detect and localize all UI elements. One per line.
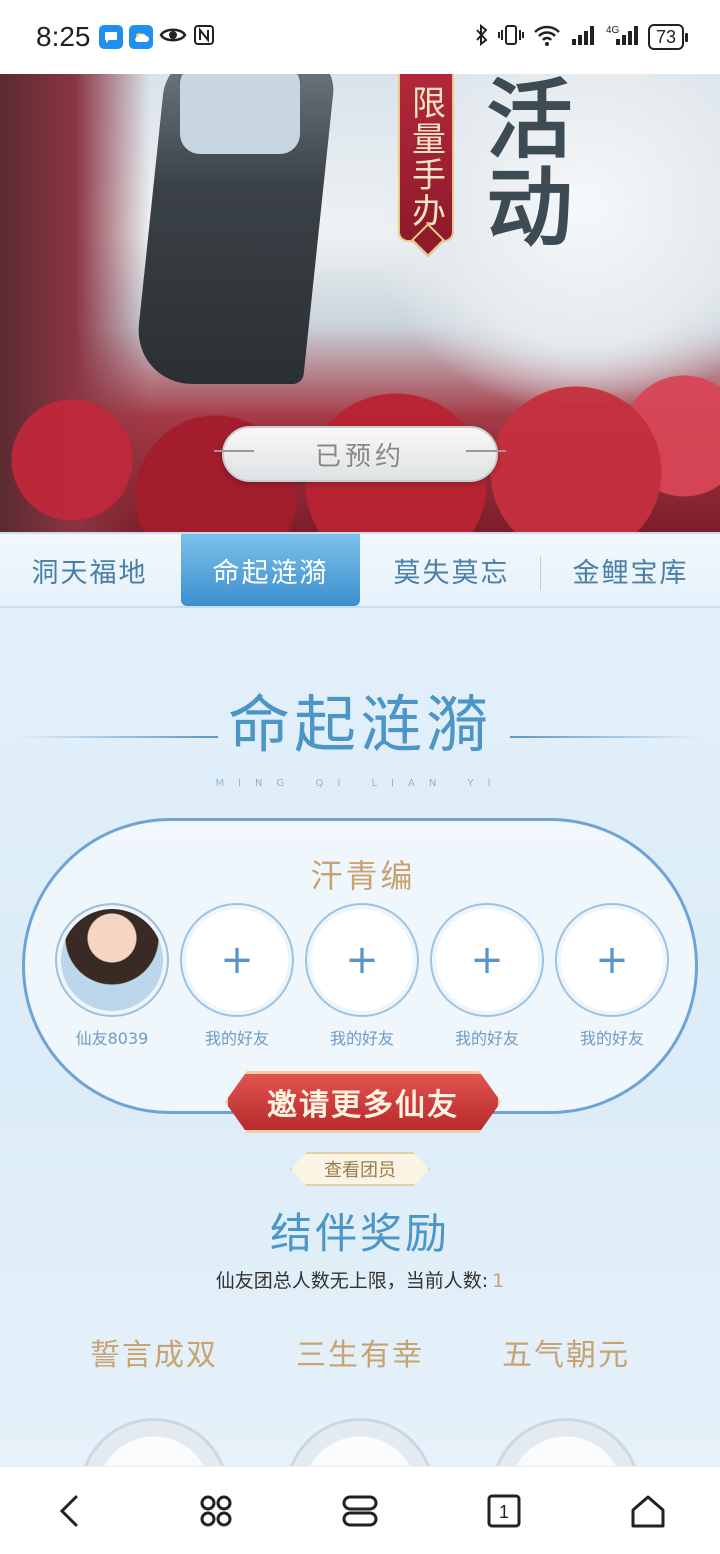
tab-count-icon: 1 [487, 1494, 521, 1527]
nfc-icon [193, 24, 215, 50]
status-right-icons: 4G 73 [474, 23, 689, 52]
apps-button[interactable] [176, 1471, 256, 1551]
vibrate-icon [497, 23, 524, 52]
tabs-switch-icon [342, 1495, 378, 1526]
slot-label: 我的好友 [454, 1029, 519, 1048]
tab-count: 1 [499, 1502, 509, 1522]
slot-label: 仙友8039 [75, 1029, 149, 1048]
reward-description: 仙友团总人数无上限，当前人数: 1 [0, 1266, 720, 1293]
weather-icon [128, 25, 153, 49]
plus-icon: + [430, 903, 544, 1017]
section-title: 命起涟漪 [227, 688, 492, 761]
team-card: 汗青编 仙友8039 + 我的好友 + 我的好友 + 我的好友 + 我的好友 邀… [22, 818, 698, 1133]
slot-label: 我的好友 [204, 1029, 269, 1048]
apps-icon [200, 1495, 232, 1526]
view-members-button[interactable]: 查看团员 [290, 1152, 430, 1186]
avatar [55, 903, 169, 1017]
member-count: 1 [492, 1270, 505, 1292]
reward-item[interactable]: 誓言成双 [64, 1330, 244, 1466]
home-button[interactable] [608, 1471, 688, 1551]
reward-name: 五气朝元 [502, 1338, 630, 1373]
status-left-icons [98, 24, 215, 50]
hero-title: 活动 [471, 74, 572, 250]
tabs-switch-button[interactable] [320, 1471, 400, 1551]
battery-icon: 73 [647, 24, 689, 50]
back-button[interactable] [32, 1471, 112, 1551]
team-slot-invite[interactable]: + 我的好友 [305, 903, 419, 1049]
home-icon [631, 1495, 665, 1527]
tab-label: 命起涟漪 [212, 557, 329, 589]
tab-jinli-baoku[interactable]: 金鲤宝库 [541, 534, 720, 606]
reward-disc [285, 1418, 435, 1466]
team-slot-self[interactable]: 仙友8039 [55, 903, 169, 1049]
hero-red-foliage [0, 292, 720, 532]
message-icon [98, 25, 123, 49]
tab-label: 莫失莫忘 [393, 557, 510, 589]
reward-item[interactable]: 三生有幸 [270, 1330, 450, 1466]
status-time: 8:25 [36, 21, 91, 52]
plus-icon: + [305, 903, 419, 1017]
reward-name: 三生有幸 [296, 1338, 424, 1373]
bottom-navigation: 1 [0, 1466, 720, 1554]
reward-name: 誓言成双 [90, 1338, 218, 1373]
plus-icon: + [180, 903, 294, 1017]
team-slot-invite[interactable]: + 我的好友 [180, 903, 294, 1049]
tab-bar: 洞天福地 命起涟漪 莫失莫忘 金鲤宝库 [0, 532, 720, 608]
main-content: 命起涟漪 MING QI LIAN YI 汗青编 仙友8039 + 我的好友 +… [0, 608, 720, 1466]
tab-count-button[interactable]: 1 [464, 1471, 544, 1551]
hero-banner: 限量手办 活动 已预约 [0, 74, 720, 532]
tab-label: 金鲤宝库 [572, 557, 689, 589]
invite-more-friends-button[interactable]: 邀请更多仙友 [225, 1071, 501, 1133]
status-bar: 8:25 4G 73 [0, 0, 720, 74]
tab-mingqi-lianyi[interactable]: 命起涟漪 [181, 534, 360, 606]
bluetooth-icon [474, 23, 490, 52]
slot-label: 我的好友 [329, 1029, 394, 1048]
svg-text:4G: 4G [606, 25, 620, 36]
section-subtitle: MING QI LIAN YI [215, 778, 505, 789]
reward-title: 结伴奖励 [269, 1209, 450, 1258]
plus-icon: + [555, 903, 669, 1017]
ribbon-text: 限量手办 [405, 85, 446, 229]
reward-item[interactable]: 五气朝元 [476, 1330, 656, 1466]
hero-character-sleeve [180, 74, 300, 154]
tab-dongtian-fudi[interactable]: 洞天福地 [0, 534, 179, 606]
team-slot-invite[interactable]: + 我的好友 [555, 903, 669, 1049]
wifi-icon [532, 23, 562, 52]
tab-label: 洞天福地 [31, 557, 148, 589]
limited-figure-ribbon: 限量手办 [398, 74, 454, 242]
team-name: 汗青编 [310, 857, 416, 895]
reward-desc-text: 仙友团总人数无上限，当前人数: [215, 1270, 489, 1292]
tab-moshi-mowang[interactable]: 莫失莫忘 [362, 534, 541, 606]
signal-icon [570, 23, 598, 52]
team-slot-invite[interactable]: + 我的好友 [430, 903, 544, 1049]
eye-icon [159, 25, 187, 49]
reserved-button[interactable]: 已预约 [214, 426, 506, 482]
reward-disc [491, 1418, 641, 1466]
reward-disc [79, 1418, 229, 1466]
back-icon [59, 1495, 78, 1526]
slot-label: 我的好友 [579, 1029, 644, 1048]
4g-signal-icon: 4G [606, 23, 640, 52]
